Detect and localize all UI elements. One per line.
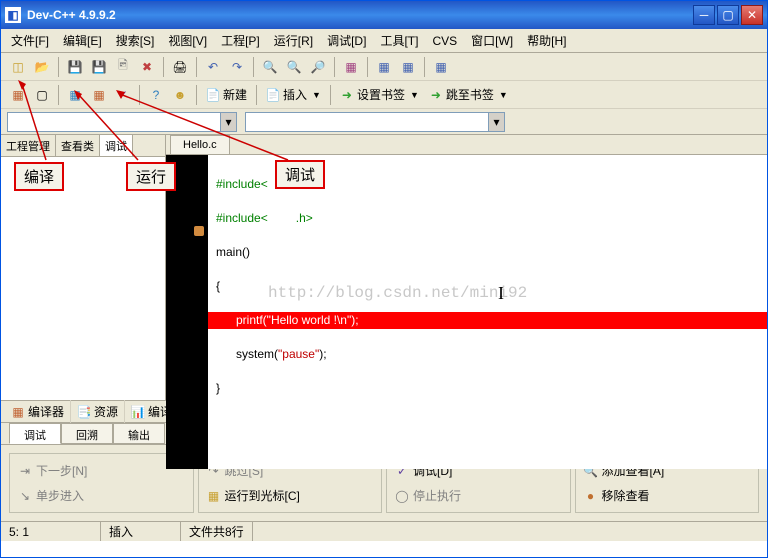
menu-debug[interactable]: 调试[D] [321,30,372,51]
project-icon[interactable]: ◫ [7,56,29,78]
subtab-backtrace[interactable]: 回溯 [61,423,113,444]
close-button[interactable]: ✕ [741,5,763,25]
gutter[interactable] [166,155,208,469]
redo-icon[interactable]: ↷ [226,56,248,78]
undo-icon[interactable]: ↶ [202,56,224,78]
toolbar-primary: ◫ 📂 💾 💾 🖻 ✖ 🖨 ↶ ↷ 🔍 🔍 🔎 ▦ ▦ ▦ ▦ [1,53,767,81]
save-icon[interactable]: 💾 [64,56,86,78]
setbm-label: 设置书签 [357,86,405,103]
annotation-debug: 调试 [275,160,325,189]
goto-bookmark-button[interactable]: ➜跳至书签▼ [425,84,512,106]
compile-run-icon[interactable]: ▦ [397,56,419,78]
subtab-output[interactable]: 输出 [113,423,165,444]
btn-run-to-cursor[interactable]: ▦运行到光标[C] [203,485,378,506]
menu-search[interactable]: 搜索[S] [110,30,161,51]
menu-tools[interactable]: 工具[T] [374,30,424,51]
status-bar: 5: 1 插入 文件共8行 [1,521,767,541]
annotation-compile: 编译 [14,162,64,191]
status-position: 5: 1 [1,522,101,541]
btn-next-step[interactable]: ⇥下一步[N] [14,460,189,481]
title-bar: ◧ Dev-C++ 4.9.9.2 ─ ▢ ✕ [1,1,767,29]
open-icon[interactable]: 📂 [31,56,53,78]
left-body [1,157,165,400]
app-icon: ◧ [5,7,21,23]
status-lines: 文件共8行 [181,522,253,541]
editor-body[interactable]: #include<stdio.h> #include<stdlib.h> mai… [166,155,767,469]
menu-project[interactable]: 工程[P] [215,30,266,51]
tab-resources[interactable]: 📑资源 [71,400,125,423]
annotation-run: 运行 [126,162,176,191]
menu-file[interactable]: 文件[F] [5,30,55,51]
tab-compiler[interactable]: ▦编译器 [5,400,71,423]
menu-cvs[interactable]: CVS [426,32,463,50]
editor-area: Hello.c #include<stdio.h> #include<stdli… [166,135,767,400]
print-icon[interactable]: 🖨 [169,56,191,78]
main-area: 工程管理 查看类 调试 Hello.c #include<stdio.h> #i… [1,135,767,401]
menu-help[interactable]: 帮助[H] [521,30,572,51]
btn-remove-watch[interactable]: ●移除查看 [580,485,755,506]
status-mode: 插入 [101,522,181,541]
find-icon[interactable]: 🔍 [259,56,281,78]
subtab-debug[interactable]: 调试 [9,423,61,444]
compile-icon[interactable]: ▦ [340,56,362,78]
debug-start-icon[interactable]: ▦ [430,56,452,78]
window-title: Dev-C++ 4.9.9.2 [27,8,693,22]
maximize-button[interactable]: ▢ [717,5,739,25]
annotation-arrow [116,90,296,164]
annotation-arrow [18,80,58,164]
menu-edit[interactable]: 编辑[E] [57,30,108,51]
save-all-icon[interactable]: 💾 [88,56,110,78]
menu-run[interactable]: 运行[R] [268,30,319,51]
menu-view[interactable]: 视图[V] [162,30,213,51]
minimize-button[interactable]: ─ [693,5,715,25]
combo-arrow-icon: ▾ [488,113,504,131]
menu-bar: 文件[F] 编辑[E] 搜索[S] 视图[V] 工程[P] 运行[R] 调试[D… [1,29,767,53]
breakpoint-marker[interactable] [194,226,204,236]
code-area[interactable]: #include<stdio.h> #include<stdlib.h> mai… [208,155,767,469]
replace-icon[interactable]: 🔍 [283,56,305,78]
close-file-icon[interactable]: 🖻 [112,56,134,78]
gotobm-label: 跳至书签 [446,86,494,103]
btn-stop[interactable]: ◯停止执行 [391,485,566,506]
text-cursor-icon: I [498,285,504,302]
findnext-icon[interactable]: 🔎 [307,56,329,78]
close-all-icon[interactable]: ✖ [136,56,158,78]
btn-step-into[interactable]: ↘单步进入 [14,485,189,506]
menu-window[interactable]: 窗口[W] [465,30,519,51]
run-icon[interactable]: ▦ [373,56,395,78]
set-bookmark-button[interactable]: ➜设置书签▼ [336,84,423,106]
current-breakpoint-line: printf("Hello world !\n"); [208,312,767,329]
